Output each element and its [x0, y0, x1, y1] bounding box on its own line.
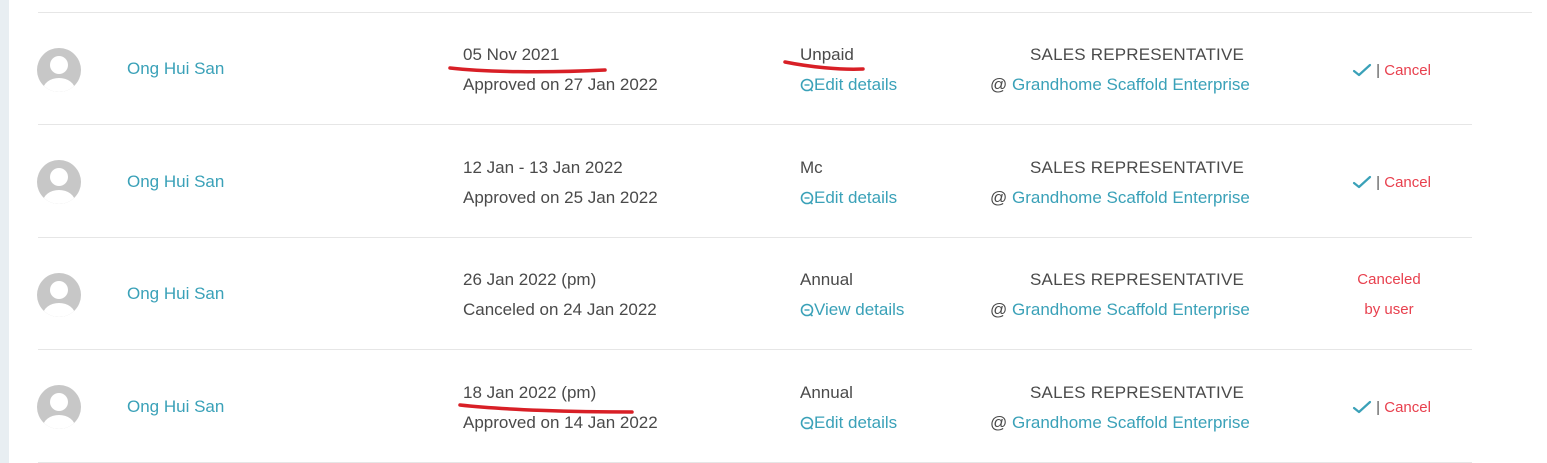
- action-separator: |: [1376, 62, 1381, 79]
- company-line: @ Grandhome Scaffold Enterprise: [990, 188, 1250, 208]
- edit-details-link[interactable]: Edit details: [800, 75, 897, 95]
- leave-date: 18 Jan 2022 (pm): [463, 383, 597, 402]
- edit-details-link[interactable]: Edit details: [800, 188, 897, 208]
- company-link[interactable]: Grandhome Scaffold Enterprise: [1012, 188, 1250, 207]
- cancel-button[interactable]: Cancel: [1384, 399, 1431, 416]
- avatar: [37, 48, 81, 92]
- avatar: [37, 385, 81, 429]
- company-link[interactable]: Grandhome Scaffold Enterprise: [1012, 75, 1250, 94]
- cancel-button[interactable]: Cancel: [1384, 174, 1431, 191]
- employee-name-link[interactable]: Ong Hui San: [127, 397, 224, 417]
- view-details-link[interactable]: View details: [800, 300, 904, 320]
- comment-icon: [800, 303, 814, 317]
- canceled-by-user-status: Canceled by user: [1340, 265, 1438, 325]
- leave-date: 26 Jan 2022 (pm): [463, 270, 597, 289]
- row-actions: | Cancel: [1352, 62, 1431, 79]
- cancel-button[interactable]: Cancel: [1384, 62, 1431, 79]
- employee-name-link[interactable]: Ong Hui San: [127, 172, 224, 192]
- leave-type: Unpaid: [800, 45, 854, 64]
- table-row: Ong Hui San 18 Jan 2022 (pm) Approved on…: [0, 351, 1547, 463]
- edit-details-link[interactable]: Edit details: [800, 413, 897, 433]
- employee-name-link[interactable]: Ong Hui San: [127, 284, 224, 304]
- leave-date: 12 Jan - 13 Jan 2022: [463, 158, 623, 177]
- company-line: @ Grandhome Scaffold Enterprise: [990, 413, 1250, 433]
- details-label: Edit details: [814, 75, 898, 94]
- row-divider: [38, 349, 1472, 350]
- cancellation-status: Canceled on 24 Jan 2022: [463, 300, 657, 319]
- company-line: @ Grandhome Scaffold Enterprise: [990, 75, 1250, 95]
- approve-check-icon[interactable]: [1352, 175, 1372, 189]
- user-silhouette-icon: [43, 393, 75, 429]
- at-symbol: @: [990, 300, 1008, 319]
- approval-status: Approved on 27 Jan 2022: [463, 75, 658, 94]
- row-actions: | Cancel: [1352, 174, 1431, 191]
- approval-status: Approved on 25 Jan 2022: [463, 188, 658, 207]
- table-row: Ong Hui San 12 Jan - 13 Jan 2022 Approve…: [0, 126, 1547, 238]
- approval-status: Approved on 14 Jan 2022: [463, 413, 658, 432]
- job-title: SALES REPRESENTATIVE: [1030, 45, 1245, 64]
- comment-icon: [800, 191, 814, 205]
- job-title: SALES REPRESENTATIVE: [1030, 270, 1245, 289]
- user-silhouette-icon: [43, 281, 75, 317]
- job-title: SALES REPRESENTATIVE: [1030, 383, 1245, 402]
- company-link[interactable]: Grandhome Scaffold Enterprise: [1012, 300, 1250, 319]
- at-symbol: @: [990, 75, 1008, 94]
- details-label: View details: [814, 300, 905, 319]
- company-line: @ Grandhome Scaffold Enterprise: [990, 300, 1250, 320]
- company-link[interactable]: Grandhome Scaffold Enterprise: [1012, 413, 1250, 432]
- user-silhouette-icon: [43, 168, 75, 204]
- details-label: Edit details: [814, 413, 898, 432]
- by-user-label: by user: [1364, 301, 1414, 318]
- row-actions: | Cancel: [1352, 399, 1431, 416]
- at-symbol: @: [990, 188, 1008, 207]
- avatar: [37, 160, 81, 204]
- avatar: [37, 273, 81, 317]
- user-silhouette-icon: [43, 56, 75, 92]
- at-symbol: @: [990, 413, 1008, 432]
- leave-type: Annual: [800, 270, 853, 289]
- employee-name-link[interactable]: Ong Hui San: [127, 59, 224, 79]
- job-title: SALES REPRESENTATIVE: [1030, 158, 1245, 177]
- row-divider: [38, 124, 1472, 125]
- table-row: Ong Hui San 26 Jan 2022 (pm) Canceled on…: [0, 238, 1547, 350]
- action-separator: |: [1376, 399, 1381, 416]
- leave-date: 05 Nov 2021: [463, 45, 560, 64]
- table-row: Ong Hui San 05 Nov 2021 Approved on 27 J…: [0, 13, 1547, 125]
- action-separator: |: [1376, 174, 1381, 191]
- leave-type: Mc: [800, 158, 823, 177]
- details-label: Edit details: [814, 188, 898, 207]
- canceled-label: Canceled: [1357, 271, 1421, 288]
- approve-check-icon[interactable]: [1352, 63, 1372, 77]
- comment-icon: [800, 78, 814, 92]
- comment-icon: [800, 416, 814, 430]
- leave-type: Annual: [800, 383, 853, 402]
- approve-check-icon[interactable]: [1352, 400, 1372, 414]
